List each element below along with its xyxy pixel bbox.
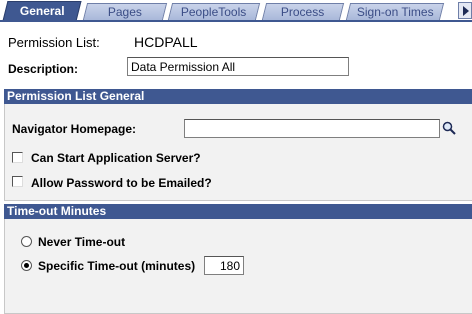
time-out-minutes-header: Time-out Minutes — [4, 204, 472, 219]
tab-process[interactable]: Process — [261, 3, 345, 20]
description-input[interactable] — [127, 57, 349, 76]
can-start-app-server-checkbox[interactable] — [12, 152, 23, 163]
tab-underline — [0, 20, 472, 22]
tab-scroll-right-icon[interactable] — [458, 2, 472, 19]
navigator-homepage-label: Navigator Homepage: — [12, 122, 137, 136]
permission-list-value: HCDPALL — [134, 34, 198, 50]
description-label: Description: — [8, 62, 79, 76]
permission-list-general-header: Permission List General — [4, 89, 472, 104]
navigator-homepage-input[interactable] — [184, 119, 440, 138]
never-time-out-radio[interactable] — [21, 236, 32, 247]
tab-sign-on-times[interactable]: Sign-on Times — [345, 3, 445, 20]
allow-password-emailed-label: Allow Password to be Emailed? — [31, 176, 212, 190]
magnifier-icon[interactable] — [442, 121, 456, 135]
allow-password-emailed-checkbox[interactable] — [12, 176, 23, 187]
specific-time-out-radio[interactable] — [21, 260, 32, 271]
tab-pages[interactable]: Pages — [82, 3, 168, 20]
specific-time-out-input[interactable] — [204, 256, 244, 275]
tab-bar: General Pages PeopleTools Process Sign-o… — [0, 0, 472, 21]
can-start-app-server-label: Can Start Application Server? — [31, 151, 201, 165]
permission-list-label: Permission List: — [8, 35, 100, 50]
tab-peopletools[interactable]: PeopleTools — [167, 3, 261, 20]
tab-general[interactable]: General — [2, 1, 82, 21]
specific-time-out-label: Specific Time-out (minutes) — [38, 259, 196, 273]
never-time-out-label: Never Time-out — [38, 235, 126, 249]
